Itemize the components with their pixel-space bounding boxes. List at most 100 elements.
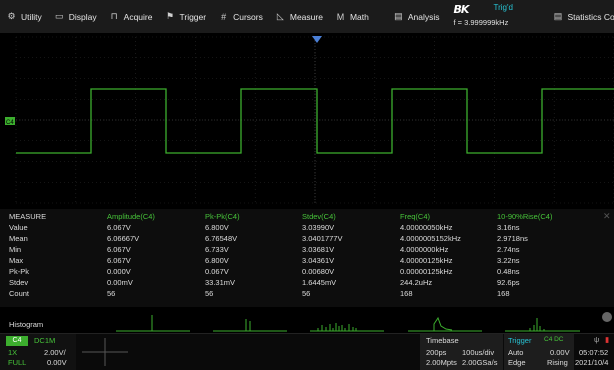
bottom-bar: C4 DC1M 1X 2.00V/ FULL 0.00V Timebase 20…	[0, 333, 614, 370]
header-amplitude[interactable]: Amplitude(C4)	[107, 211, 155, 222]
measure-header-row: MEASURE Amplitude(C4) Pk-Pk(C4) Stdev(C4…	[0, 211, 600, 222]
measure-cell: 3.16ns	[497, 222, 520, 233]
measure-cell: 2.74ns	[497, 244, 520, 255]
measure-cell: 4.00000125kHz	[400, 255, 453, 266]
measure-row-label: Value	[9, 222, 28, 233]
measure-cell: 3.04361V	[302, 255, 334, 266]
measure-cell: 56	[107, 288, 115, 299]
system-tray: ψ ▮ 05:07:52 2021/10/4	[575, 334, 614, 370]
timebase-delay: 200ps	[426, 348, 446, 357]
add-channel-icon[interactable]	[82, 338, 128, 366]
menu-utility-label: Utility	[21, 12, 42, 22]
menu-measure-label: Measure	[290, 12, 323, 22]
header-freq[interactable]: Freq(C4)	[400, 211, 430, 222]
menu-math[interactable]: M Math	[329, 0, 375, 33]
measure-cell: 0.067V	[205, 266, 229, 277]
measure-panel: MEASURE Amplitude(C4) Pk-Pk(C4) Stdev(C4…	[0, 209, 614, 307]
measure-cell: 6.067V	[107, 222, 131, 233]
graticule	[16, 37, 614, 203]
menu-math-label: Math	[350, 12, 369, 22]
measure-cell: 33.31mV	[205, 277, 235, 288]
header-pkpk[interactable]: Pk-Pk(C4)	[205, 211, 240, 222]
trigger-panel[interactable]: Trigger C4 DC Auto 0.00V Edge Rising	[504, 334, 574, 370]
c4-coupling: DC1M	[34, 336, 55, 345]
measure-title: MEASURE	[9, 211, 46, 222]
histogram-row: Histogram	[0, 312, 614, 332]
measure-cell: 168	[497, 288, 510, 299]
frequency-readout: f = 3.999999kHz	[454, 18, 509, 27]
trigger-state: Trig'd	[494, 3, 513, 12]
measure-row: Mean6.06667V6.76548V3.0401777V4.00000051…	[0, 233, 600, 244]
measure-icon: ◺	[275, 11, 286, 22]
analysis-icon: ▤	[393, 11, 404, 22]
histogram-plots	[0, 312, 614, 332]
measure-row: Value6.067V6.800V3.03990V4.00000050kHz3.…	[0, 222, 600, 233]
acquire-icon: ⊓	[109, 11, 120, 22]
measure-cell: 6.733V	[205, 244, 229, 255]
channel-c4-panel[interactable]: C4 DC1M 1X 2.00V/ FULL 0.00V	[0, 334, 76, 370]
measure-cell: 4.0000005152kHz	[400, 233, 461, 244]
measure-cell: 3.0401777V	[302, 233, 342, 244]
menu-display-label: Display	[69, 12, 97, 22]
header-rise[interactable]: 10-90%Rise(C4)	[497, 211, 552, 222]
menu-analysis[interactable]: ▤ Analysis	[387, 0, 446, 33]
measure-row: Pk-Pk0.000V0.067V0.00680V0.00000125kHz0.…	[0, 266, 600, 277]
menu-trigger-label: Trigger	[179, 12, 206, 22]
measure-cell: 3.03681V	[302, 244, 334, 255]
measure-cell: 3.22ns	[497, 255, 520, 266]
measure-cell: 0.00000125kHz	[400, 266, 453, 277]
measure-row-label: Pk-Pk	[9, 266, 29, 277]
trigger-mode: Auto	[508, 348, 523, 357]
header-stdev[interactable]: Stdev(C4)	[302, 211, 336, 222]
measure-row: Count565656168168	[0, 288, 600, 299]
timebase-title: Timebase	[426, 336, 459, 345]
display-icon: ▭	[54, 11, 65, 22]
gear-icon: ⚙	[6, 11, 17, 22]
measure-row-label: Max	[9, 255, 23, 266]
document-icon: ▤	[553, 11, 564, 22]
measure-cell: 0.00mV	[107, 277, 133, 288]
measure-cell: 168	[400, 288, 413, 299]
measure-row: Max6.067V6.800V3.04361V4.00000125kHz3.22…	[0, 255, 600, 266]
trigger-position-marker[interactable]	[312, 36, 322, 43]
measure-cell: 0.00680V	[302, 266, 334, 277]
measure-cell: 6.067V	[107, 255, 131, 266]
network-icon: ▮	[605, 335, 609, 344]
clock-date: 2021/10/4	[575, 358, 608, 367]
math-icon: M	[335, 12, 346, 22]
trigger-level: 0.00V	[550, 348, 570, 357]
cursors-icon: #	[218, 12, 229, 22]
timebase-panel[interactable]: Timebase 200ps 100us/div 2.00Mpts 2.00GS…	[420, 334, 503, 370]
waveform-display[interactable]: C4	[0, 33, 614, 206]
menu-bar: ⚙ Utility ▭ Display ⊓ Acquire ⚑Trigger #Cur…	[0, 0, 614, 33]
menu-acquire-label: Acquire	[124, 12, 153, 22]
c4-marker-label: C4	[6, 120, 14, 126]
trigger-slope: Rising	[547, 358, 568, 367]
menu-trigger[interactable]: ⚑Trigger	[158, 0, 212, 33]
menu-cursors[interactable]: #Cursors	[212, 0, 269, 33]
menu-measure[interactable]: ◺ Measure	[269, 0, 329, 33]
usb-icon: ψ	[594, 335, 599, 344]
hist-rise-bars	[530, 318, 544, 331]
measure-cell: 6.800V	[205, 222, 229, 233]
measure-row: Min6.067V6.733V3.03681V4.0000000kHz2.74n…	[0, 244, 600, 255]
menu-acquire[interactable]: ⊓ Acquire	[103, 0, 159, 33]
statistics-config-button[interactable]: ▤Statistics Config	[551, 0, 614, 33]
histogram-toggle-icon[interactable]	[602, 312, 612, 322]
measure-row-label: Min	[9, 244, 21, 255]
c4-bandwidth: FULL	[8, 358, 26, 367]
menu-display[interactable]: ▭ Display	[48, 0, 103, 33]
c4-offset: 0.00V	[47, 358, 67, 367]
measure-row: Stdev0.00mV33.31mV1.6445mV244.2uHz92.6ps	[0, 277, 600, 288]
measure-cell: 0.48ns	[497, 266, 520, 277]
menu-utility[interactable]: ⚙ Utility	[0, 0, 48, 33]
timebase-sample-rate: 2.00GSa/s	[462, 358, 497, 367]
close-measure-icon[interactable]: ✕	[603, 211, 611, 222]
menu-analysis-label: Analysis	[408, 12, 440, 22]
trigger-source: C4 DC	[544, 336, 564, 343]
brand-logo: BK	[454, 3, 469, 16]
measure-cell: 4.00000050kHz	[400, 222, 453, 233]
c4-probe: 1X	[8, 348, 17, 357]
measure-cell: 56	[302, 288, 310, 299]
measure-cell: 92.6ps	[497, 277, 520, 288]
